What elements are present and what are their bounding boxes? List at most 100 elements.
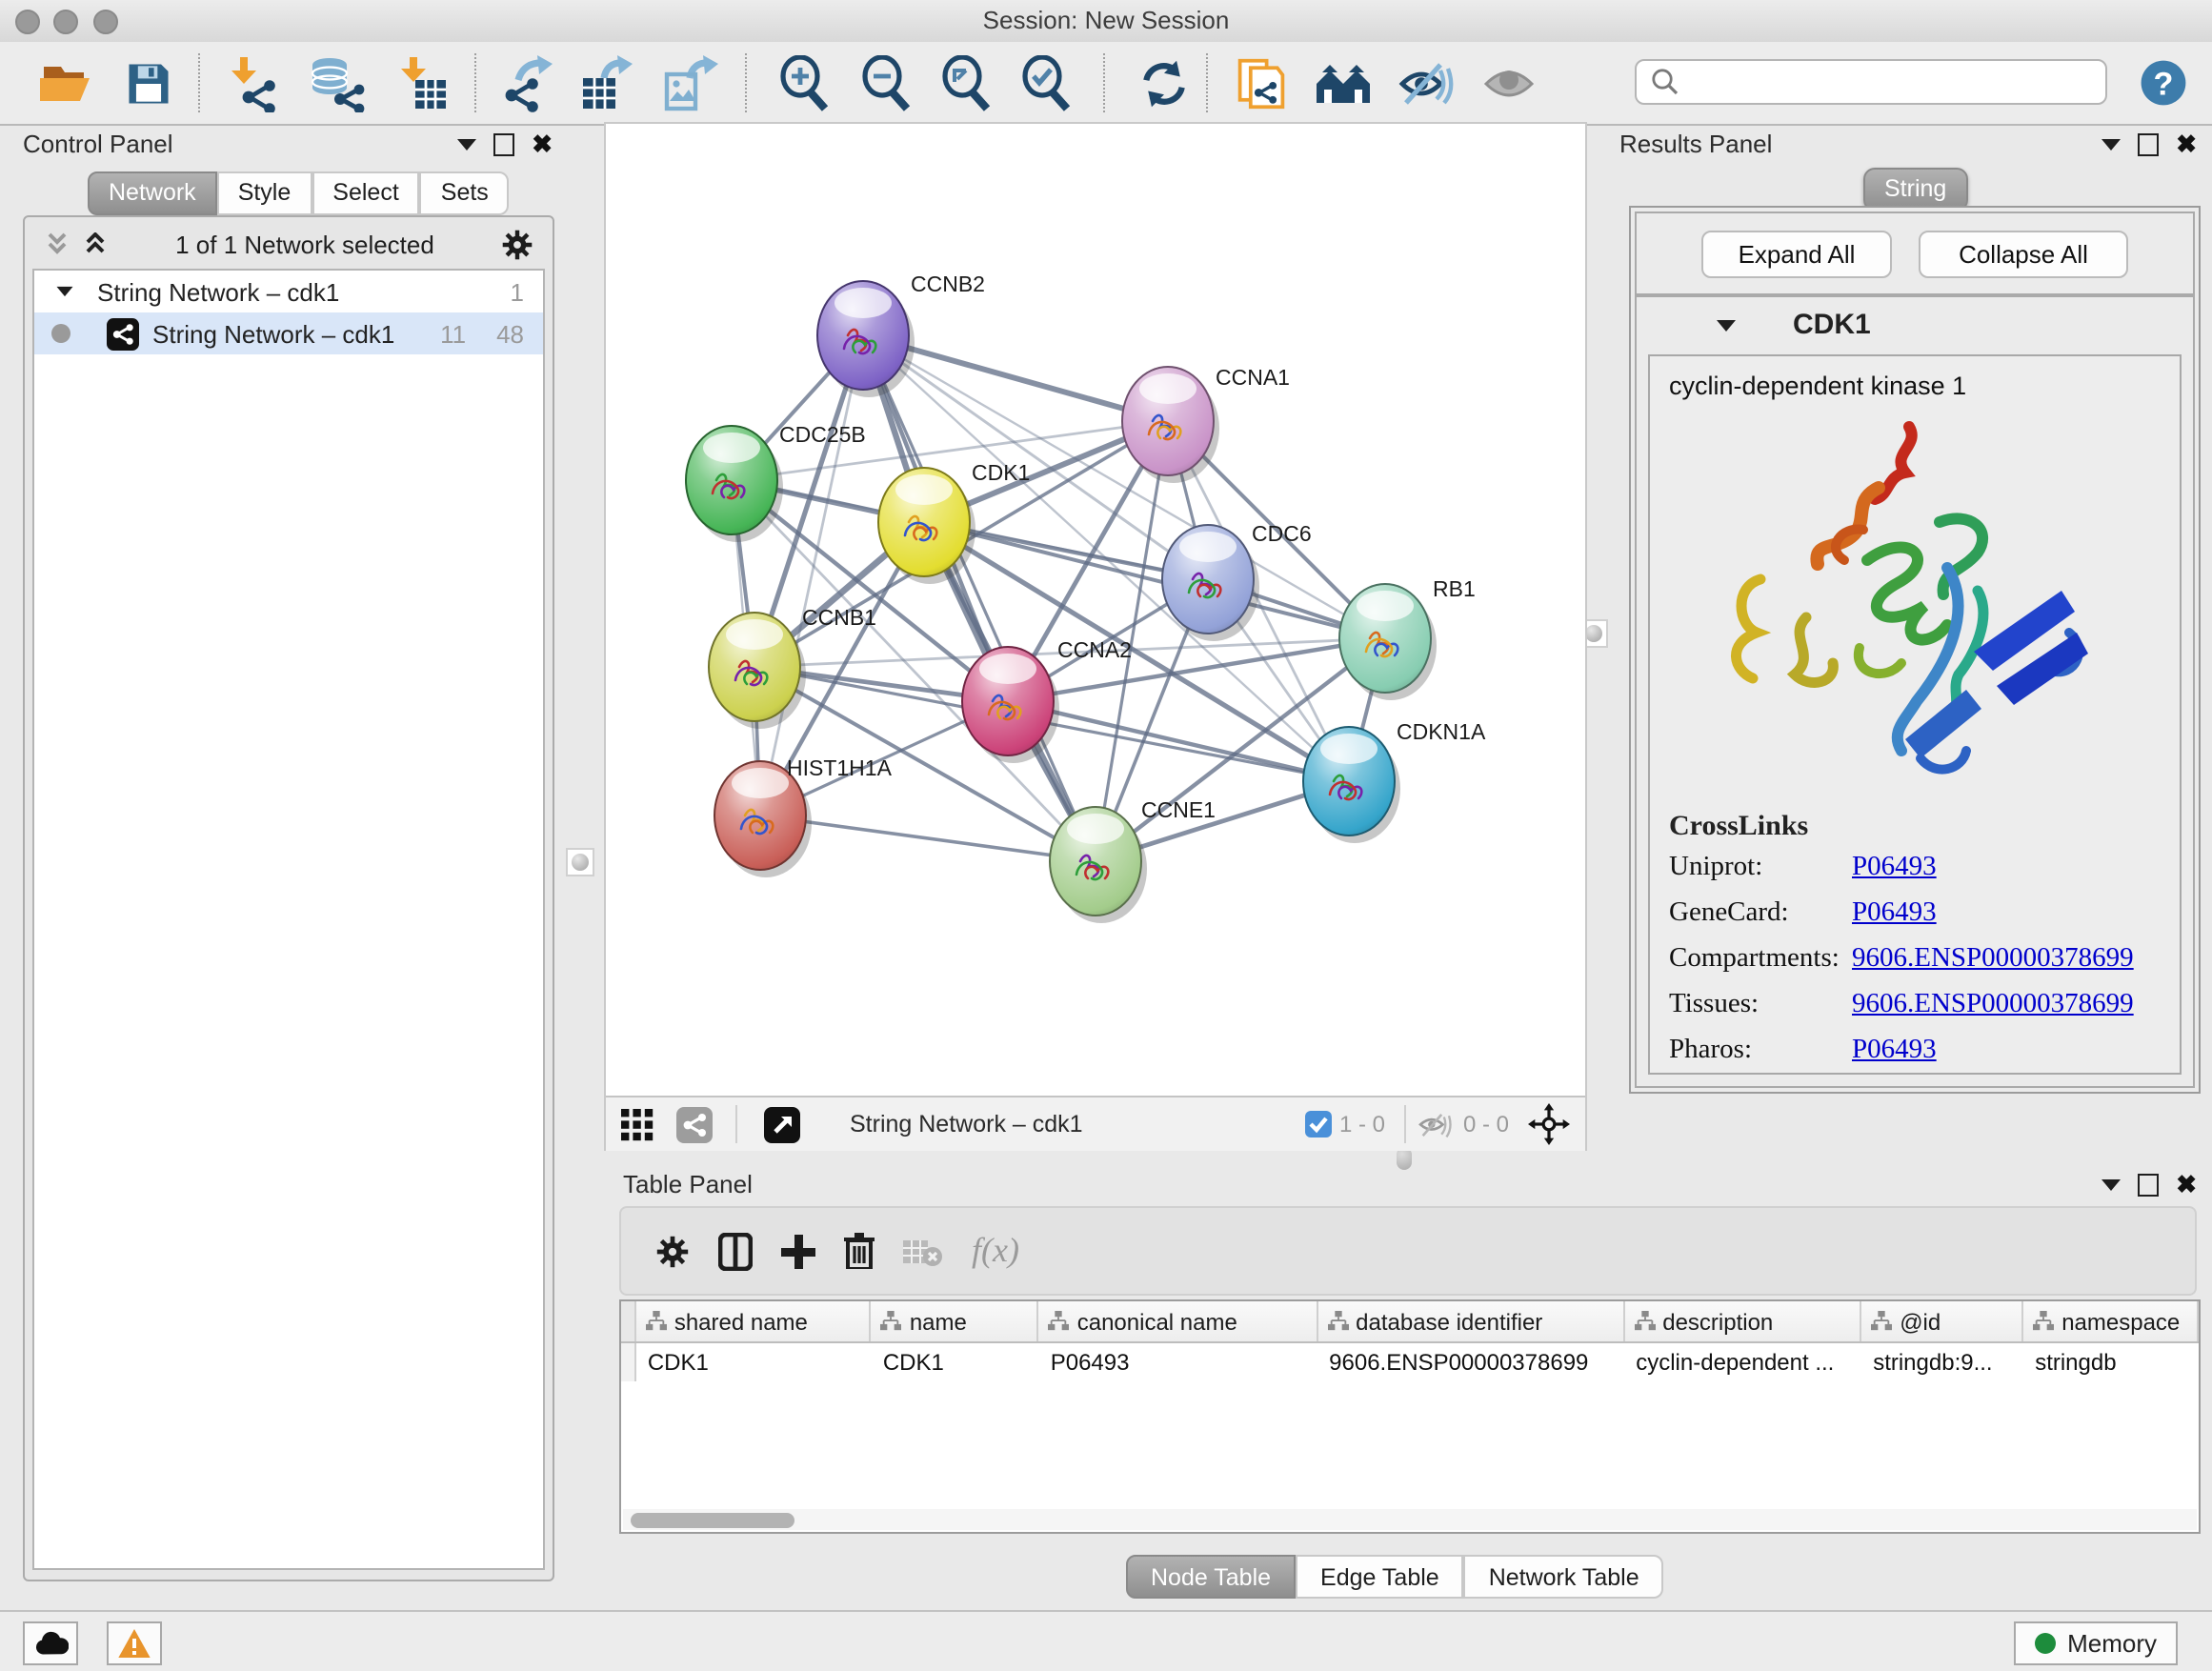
tab-select[interactable]: Select — [312, 171, 420, 215]
show-all-button[interactable] — [1477, 51, 1541, 114]
panel-close-icon[interactable]: ✖ — [2176, 1175, 2197, 1194]
search-field[interactable] — [1635, 59, 2107, 105]
help-button[interactable]: ? — [2130, 51, 2195, 114]
import-network-database-button[interactable] — [305, 51, 370, 114]
column-header-name[interactable]: name — [872, 1301, 1039, 1341]
collapse-all-networks-icon[interactable] — [44, 232, 70, 256]
add-column-icon[interactable] — [781, 1234, 815, 1268]
network-options-gear-icon[interactable] — [501, 228, 533, 260]
open-file-button[interactable] — [32, 51, 97, 114]
tab-style[interactable]: Style — [217, 171, 312, 215]
zoom-selected-button[interactable] — [1016, 51, 1080, 114]
crosslinks-title: CrossLinks — [1669, 812, 2180, 844]
table-cell: P06493 — [1039, 1343, 1317, 1381]
control-panel-tabs: NetworkStyleSelectSets — [88, 171, 510, 215]
network-type-icon — [107, 317, 139, 350]
search-input[interactable] — [1688, 67, 2105, 97]
network-view-mode-icon[interactable] — [676, 1106, 713, 1142]
network-node-CCNE1[interactable]: CCNE1 — [1050, 797, 1216, 923]
panel-close-icon[interactable]: ✖ — [2176, 134, 2197, 153]
column-header-databaseidentifier[interactable]: database identifier — [1317, 1301, 1624, 1341]
network-node-CCNB1[interactable]: CCNB1 — [709, 605, 876, 729]
panel-menu-icon[interactable] — [2101, 1178, 2121, 1190]
save-session-button[interactable] — [116, 51, 181, 114]
column-header-canonicalname[interactable]: canonical name — [1039, 1301, 1317, 1341]
left-splitter-handle[interactable] — [566, 848, 594, 876]
zoom-fit-button[interactable] — [935, 51, 1000, 114]
network-node-CDKN1A[interactable]: CDKN1A — [1303, 719, 1486, 843]
panel-float-icon[interactable] — [2138, 132, 2159, 155]
network-tree: String Network – cdk1 1 String Network –… — [32, 269, 545, 1570]
network-node-RB1[interactable]: RB1 — [1339, 576, 1476, 700]
tab-node-table[interactable]: Node Table — [1126, 1555, 1296, 1599]
zoom-out-button[interactable] — [855, 51, 920, 114]
main-toolbar: ? — [0, 42, 2212, 126]
panel-float-icon[interactable] — [2138, 1173, 2159, 1196]
network-node-CDK1[interactable]: CDK1 — [878, 460, 1030, 584]
expand-all-networks-icon[interactable] — [82, 232, 109, 256]
pan-tool-icon[interactable] — [1528, 1103, 1570, 1145]
grid-view-icon[interactable] — [621, 1108, 654, 1140]
expand-all-button[interactable]: Expand All — [1701, 231, 1892, 278]
network-node-CDC25B[interactable]: CDC25B — [686, 422, 866, 542]
column-header-sharedname[interactable]: shared name — [636, 1301, 872, 1341]
crosslink-link[interactable]: P06493 — [1852, 852, 1937, 884]
selected-checkbox-icon[interactable] — [1305, 1111, 1332, 1137]
panel-float-icon[interactable] — [493, 132, 514, 155]
tab-sets[interactable]: Sets — [420, 171, 510, 215]
export-table-button[interactable] — [573, 51, 638, 114]
tab-edge-table[interactable]: Edge Table — [1296, 1555, 1464, 1599]
svg-text:?: ? — [2153, 67, 2173, 103]
panel-menu-icon[interactable] — [457, 138, 476, 150]
panel-menu-icon[interactable] — [2101, 138, 2121, 150]
warnings-button[interactable] — [107, 1621, 162, 1665]
gene-collapse-icon[interactable] — [1717, 319, 1736, 331]
network-collection-row[interactable]: String Network – cdk1 1 — [34, 271, 543, 312]
network-node-CDC6[interactable]: CDC6 — [1162, 521, 1312, 641]
column-header-id[interactable]: @id — [1861, 1301, 2023, 1341]
zoom-in-button[interactable] — [774, 51, 838, 114]
duplicate-network-button[interactable] — [1229, 51, 1294, 114]
export-network-button[interactable] — [493, 51, 558, 114]
network-row[interactable]: String Network – cdk1 11 48 — [34, 312, 543, 354]
network-node-CCNA2[interactable]: CCNA2 — [962, 637, 1132, 763]
first-neighbors-button[interactable] — [1311, 51, 1376, 114]
toolbar-separator — [1206, 53, 1208, 112]
crosslink-link[interactable]: 9606.ENSP00000378699 — [1852, 943, 2134, 976]
table-options-gear-icon[interactable] — [655, 1234, 690, 1268]
show-columns-icon[interactable] — [718, 1232, 753, 1270]
crosslink-link[interactable]: P06493 — [1852, 897, 1937, 930]
crosslink-link[interactable]: P06493 — [1852, 1035, 1937, 1067]
zoom-fit-icon — [939, 54, 996, 111]
network-edges — [732, 335, 1385, 861]
import-table-button[interactable] — [391, 51, 455, 114]
refresh-layout-button[interactable] — [1132, 51, 1196, 114]
tree-expand-icon[interactable] — [57, 287, 73, 296]
import-network-file-button[interactable] — [221, 51, 286, 114]
network-canvas[interactable]: CCNB2 CCNA1 CDC25B CDK1 — [606, 124, 1585, 1096]
hide-selected-button[interactable] — [1395, 51, 1459, 114]
selected-node-edge-count: 1 - 0 — [1339, 1111, 1385, 1137]
zoom-selected-icon — [1019, 54, 1076, 111]
collapse-all-button[interactable]: Collapse All — [1919, 231, 2128, 278]
cloud-status-button[interactable] — [23, 1621, 78, 1665]
column-header-description[interactable]: description — [1624, 1301, 1861, 1341]
tab-network-table[interactable]: Network Table — [1464, 1555, 1664, 1599]
network-node-CCNB2[interactable]: CCNB2 — [817, 272, 985, 397]
gene-section: CDK1 cyclin-dependent kinase 1 — [1635, 295, 2195, 1088]
delete-column-icon[interactable] — [844, 1233, 875, 1269]
zoom-in-icon — [777, 54, 835, 111]
network-node-HIST1H1A[interactable]: HIST1H1A — [714, 755, 893, 877]
detach-view-icon[interactable] — [764, 1106, 800, 1142]
memory-button[interactable]: Memory — [2014, 1621, 2178, 1665]
node-label: CDKN1A — [1397, 719, 1486, 744]
crosslink-link[interactable]: 9606.ENSP00000378699 — [1852, 989, 2134, 1021]
table-cell: 9606.ENSP00000378699 — [1317, 1343, 1624, 1381]
network-node-CCNA1[interactable]: CCNA1 — [1122, 365, 1290, 483]
table-row[interactable]: CDK1CDK1P064939606.ENSP00000378699cyclin… — [621, 1343, 2199, 1381]
tab-network[interactable]: Network — [88, 171, 217, 215]
column-header-namespace[interactable]: namespace — [2023, 1301, 2199, 1341]
scrollbar-thumb[interactable] — [631, 1513, 794, 1528]
panel-close-icon[interactable]: ✖ — [532, 134, 553, 153]
export-image-button[interactable] — [657, 51, 722, 114]
